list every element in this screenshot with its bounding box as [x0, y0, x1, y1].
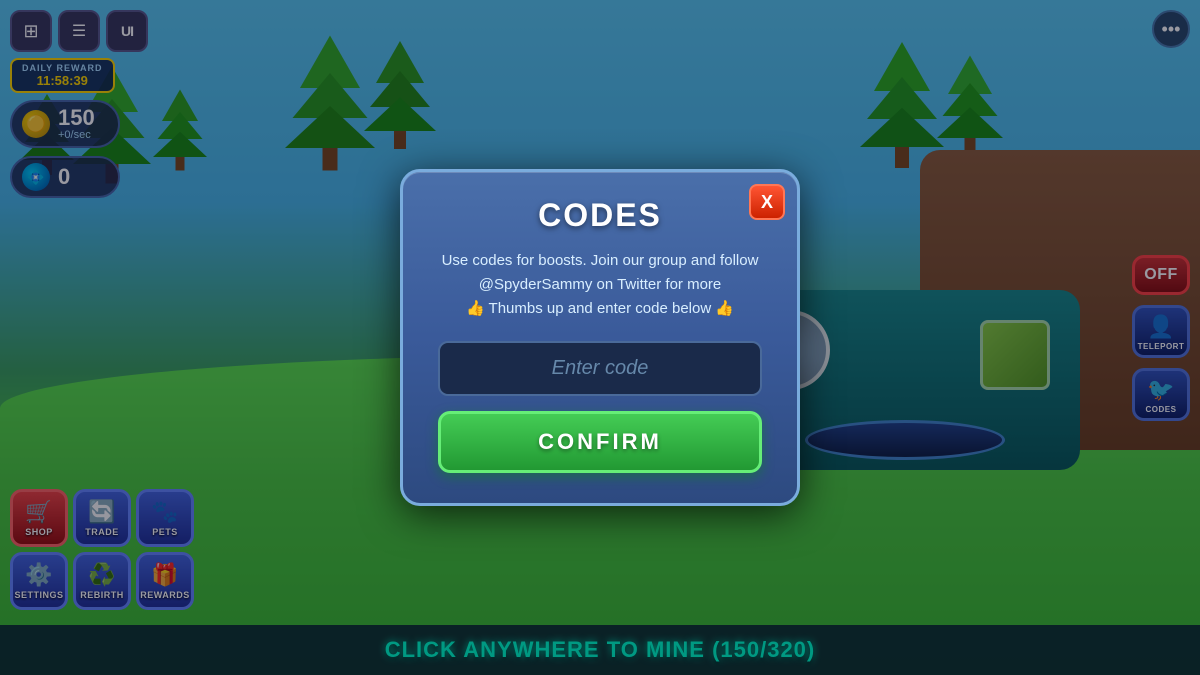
confirm-label: CONFIRM: [538, 429, 662, 454]
modal-close-button[interactable]: X: [749, 184, 785, 220]
close-x-label: X: [761, 192, 773, 213]
confirm-button[interactable]: CONFIRM: [438, 411, 762, 473]
code-input[interactable]: [438, 341, 762, 396]
modal-description-text: Use codes for boosts. Join our group and…: [442, 252, 759, 293]
modal-description: Use codes for boosts. Join our group and…: [438, 249, 762, 321]
modal-thumbs-text: 👍 Thumbs up and enter code below 👍: [466, 300, 734, 317]
modal-title: CODES: [438, 197, 762, 234]
codes-modal: X CODES Use codes for boosts. Join our g…: [400, 169, 800, 506]
modal-overlay[interactable]: X CODES Use codes for boosts. Join our g…: [0, 0, 1200, 675]
